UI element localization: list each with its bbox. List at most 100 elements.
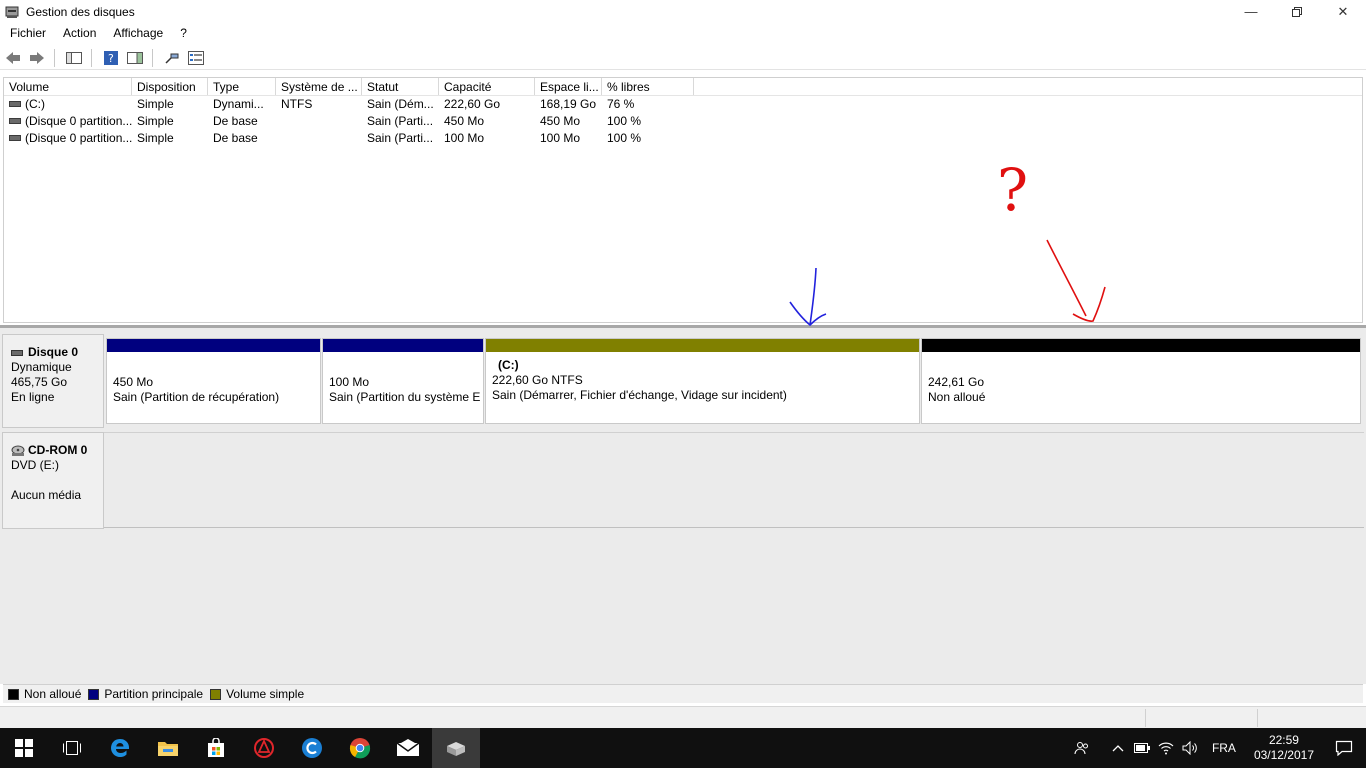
legend-label: Non alloué: [24, 687, 82, 701]
battery-button[interactable]: [1130, 728, 1154, 768]
forward-arrow-icon: [30, 51, 44, 64]
help-button[interactable]: ?: [100, 48, 122, 68]
table-row[interactable]: (C:) Simple Dynami... NTFS Sain (Dém... …: [4, 96, 1362, 113]
show-action-pane-button[interactable]: [124, 48, 146, 68]
disposition-cell: Simple: [137, 97, 174, 111]
status-cell: Sain (Parti...: [367, 131, 434, 145]
volume-drive-icon: [9, 117, 21, 124]
disk-graphical-view: Disque 0 Dynamique 465,75 Go En ligne 45…: [0, 328, 1366, 684]
partition-status: Non alloué: [928, 390, 986, 404]
legend-swatch: [88, 688, 100, 700]
close-button[interactable]: ✕: [1320, 0, 1366, 23]
speaker-icon: [1182, 741, 1197, 755]
column-type[interactable]: Type: [208, 78, 276, 95]
forward-button[interactable]: [26, 48, 48, 68]
legend-label: Partition principale: [104, 687, 204, 701]
taskbar-ccleaner[interactable]: [288, 728, 336, 768]
properties-button[interactable]: [185, 48, 207, 68]
menu-help[interactable]: ?: [170, 23, 194, 44]
legend-item-unallocated: Non alloué: [8, 687, 81, 701]
security-shield-icon: [254, 738, 274, 758]
taskbar-store[interactable]: [192, 728, 240, 768]
volume-name: (Disque 0 partition...: [25, 114, 132, 128]
percent-free-cell: 100 %: [607, 114, 642, 128]
disk-0-kind: Dynamique: [11, 360, 72, 374]
cdrom-0-row: CD-ROM 0 DVD (E:) Aucun média: [2, 432, 104, 529]
store-bag-icon: [208, 738, 224, 757]
capacity-cell: 100 Mo: [444, 131, 485, 145]
wifi-icon: [1158, 742, 1174, 755]
menu-bar: Fichier Action Affichage ?: [0, 23, 1366, 44]
partition-size: 242,61 Go: [928, 375, 985, 389]
column-percent-free[interactable]: % libres: [602, 78, 694, 95]
volume-drive-icon: [9, 134, 21, 141]
system-tray: FRA 22:59 03/12/2017: [1070, 728, 1366, 768]
cdrom-drive: DVD (E:): [11, 458, 59, 472]
toolbar-separator: [54, 48, 55, 67]
partition-unallocated[interactable]: 242,61 Go Non alloué: [921, 338, 1361, 424]
connect-icon: [165, 53, 179, 64]
disk-0-label[interactable]: Disque 0 Dynamique 465,75 Go En ligne: [2, 334, 104, 428]
table-row[interactable]: (Disque 0 partition... Simple De base Sa…: [4, 130, 1362, 147]
taskbar-mail[interactable]: [384, 728, 432, 768]
start-button[interactable]: [0, 728, 48, 768]
input-language[interactable]: FRA: [1202, 741, 1246, 755]
column-status[interactable]: Statut: [362, 78, 439, 95]
people-button[interactable]: [1070, 728, 1094, 768]
show-hidden-icons-button[interactable]: [1106, 728, 1130, 768]
volume-list-header: Volume Disposition Type Système de ... S…: [4, 78, 1362, 96]
volume-name: (C:): [25, 97, 45, 111]
capacity-cell: 222,60 Go: [444, 97, 501, 111]
partition-color-bar: [486, 339, 919, 352]
toolbar-separator: [152, 48, 153, 67]
back-button[interactable]: [2, 48, 24, 68]
partition-recovery[interactable]: 450 Mo Sain (Partition de récupération): [106, 338, 321, 424]
column-disposition[interactable]: Disposition: [132, 78, 208, 95]
action-center-button[interactable]: [1322, 728, 1366, 768]
task-view-icon: [63, 741, 81, 755]
column-free-space[interactable]: Espace li...: [535, 78, 602, 95]
disk-management-icon: [447, 742, 465, 756]
table-row[interactable]: (Disque 0 partition... Simple De base Sa…: [4, 113, 1362, 130]
taskbar-disk-management[interactable]: [432, 728, 480, 768]
svg-text:?: ?: [108, 52, 114, 65]
column-capacity[interactable]: Capacité: [439, 78, 535, 95]
taskbar-security-app[interactable]: [240, 728, 288, 768]
disk-icon: [11, 349, 23, 356]
partition-c-drive[interactable]: (C:) 222,60 Go NTFS Sain (Démarrer, Fich…: [485, 338, 920, 424]
partition-status: Sain (Démarrer, Fichier d'échange, Vidag…: [492, 388, 787, 402]
taskbar-chrome[interactable]: [336, 728, 384, 768]
disk-0-title: Disque 0: [28, 345, 79, 359]
taskbar-file-explorer[interactable]: [144, 728, 192, 768]
legend: Non alloué Partition principale Volume s…: [3, 684, 1363, 703]
legend-swatch: [8, 688, 19, 700]
partition-efi-system[interactable]: 100 Mo Sain (Partition du système E: [322, 338, 484, 424]
minimize-button[interactable]: —: [1228, 0, 1274, 23]
column-volume[interactable]: Volume: [4, 78, 132, 95]
show-hide-console-tree-button[interactable]: [63, 48, 85, 68]
column-filesystem[interactable]: Système de ...: [276, 78, 362, 95]
edge-icon: [111, 739, 130, 757]
menu-fichier[interactable]: Fichier: [0, 23, 53, 44]
ccleaner-icon: [302, 738, 322, 758]
partition-size: 100 Mo: [329, 375, 370, 389]
partition-volume-name: (C:): [498, 358, 519, 372]
menu-affichage[interactable]: Affichage: [103, 23, 170, 44]
status-bar: [0, 706, 1366, 728]
clock[interactable]: 22:59 03/12/2017: [1246, 733, 1322, 763]
cdrom-0-volume-area[interactable]: [104, 432, 1364, 528]
volume-button[interactable]: [1178, 728, 1202, 768]
filesystem-cell: NTFS: [281, 97, 313, 111]
status-separator: [1257, 709, 1258, 727]
windows-logo-icon: [15, 739, 33, 757]
cdrom-0-label[interactable]: CD-ROM 0 DVD (E:) Aucun média: [2, 432, 104, 529]
task-view-button[interactable]: [48, 728, 96, 768]
taskbar-edge[interactable]: [96, 728, 144, 768]
clock-date: 03/12/2017: [1253, 748, 1314, 762]
restore-button[interactable]: [1274, 0, 1320, 23]
connect-button[interactable]: [161, 48, 183, 68]
menu-action[interactable]: Action: [53, 23, 103, 44]
volume-list[interactable]: Volume Disposition Type Système de ... S…: [3, 77, 1363, 323]
status-cell: Sain (Dém...: [367, 97, 434, 111]
wifi-button[interactable]: [1154, 728, 1178, 768]
